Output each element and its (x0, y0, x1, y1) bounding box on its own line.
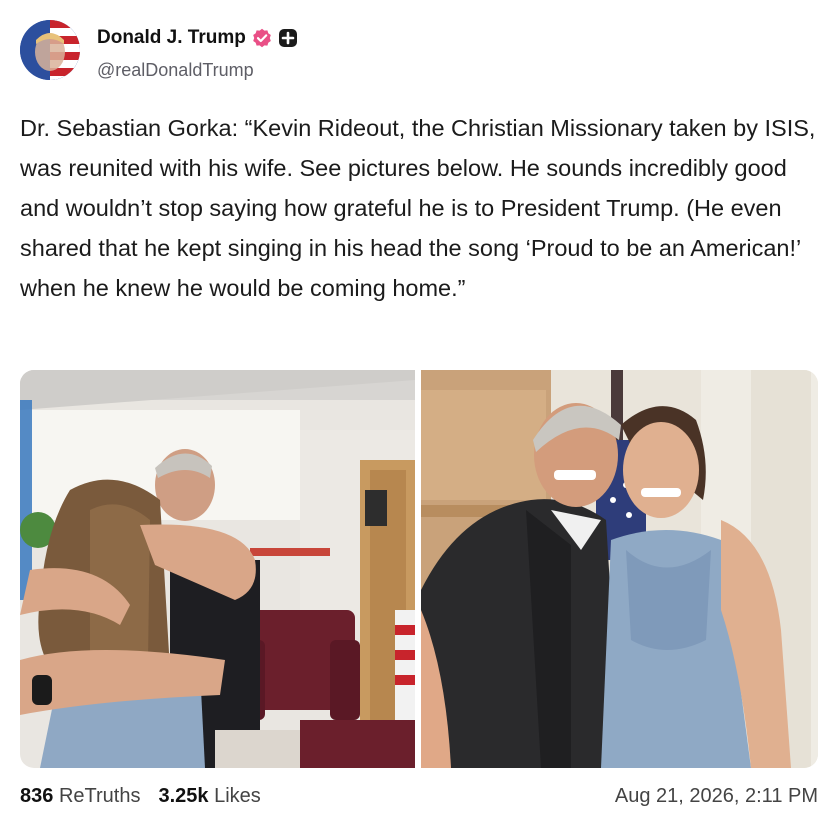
plus-badge-icon (278, 28, 298, 48)
post-timestamp[interactable]: Aug 21, 2026, 2:11 PM (615, 785, 818, 808)
avatar[interactable] (20, 20, 80, 80)
likes-stat[interactable]: 3.25k Likes (158, 785, 260, 808)
post-card: Donald J. Trump @realDonaldTrump Dr. Seb… (0, 0, 840, 840)
post-stats: 836 ReTruths 3.25k Likes (20, 785, 261, 808)
author-handle[interactable]: @realDonaldTrump (97, 60, 254, 81)
likes-count: 3.25k (158, 785, 209, 807)
retruths-stat[interactable]: 836 ReTruths (20, 785, 140, 808)
post-text: Dr. Sebastian Gorka: “Kevin Rideout, the… (20, 115, 816, 301)
author-name-row: Donald J. Trump (97, 27, 298, 49)
retruths-label: ReTruths (58, 785, 141, 807)
photo-hug[interactable] (20, 370, 415, 768)
likes-label: Likes (214, 785, 261, 807)
retruths-count: 836 (20, 785, 54, 807)
verified-badge-icon (252, 28, 272, 48)
photo-couple[interactable] (421, 370, 818, 768)
author-display-name[interactable]: Donald J. Trump (97, 27, 246, 49)
